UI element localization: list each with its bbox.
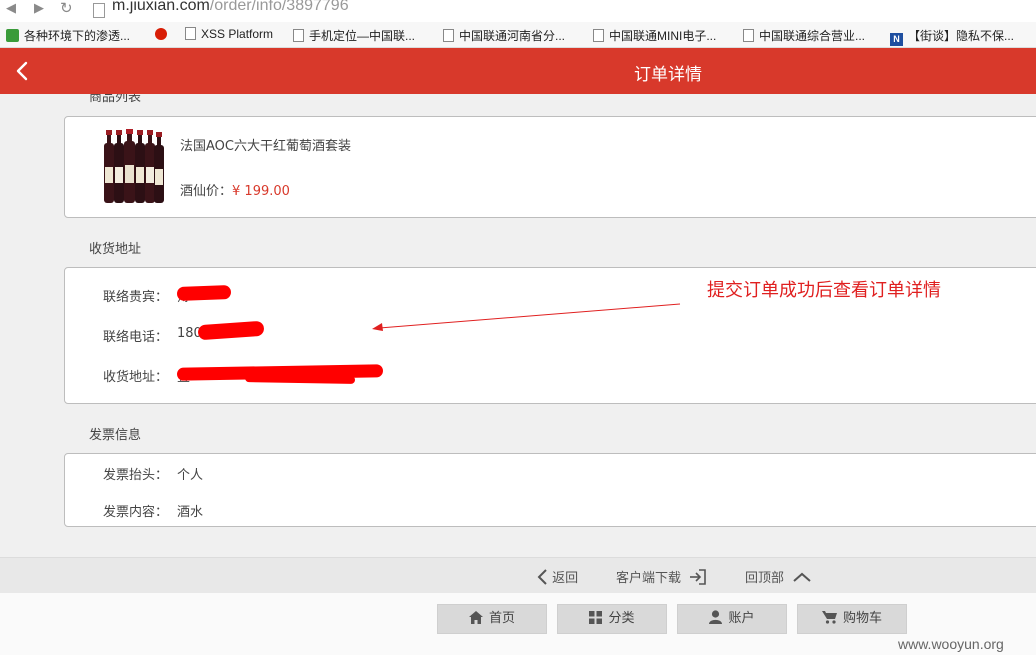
green-square-icon: [6, 29, 19, 42]
browser-back-icon[interactable]: ◀: [6, 1, 16, 16]
user-icon: [709, 610, 723, 624]
footer-back-label: 返回: [552, 571, 579, 586]
redaction-mark: [244, 374, 356, 384]
redaction-mark: [176, 285, 232, 301]
bookmark-label: 【街谈】隐私不保...: [908, 29, 1015, 43]
nav-account-button[interactable]: 账户: [677, 604, 787, 634]
bookmark-label: XSS Platform: [201, 27, 274, 41]
footer-links-bar: 返回 客户端下载 回顶部: [0, 557, 1036, 594]
url-field[interactable]: m.jiuxian.com/order/info/3897796: [112, 0, 349, 15]
nav-category-label: 分类: [608, 611, 635, 626]
chevron-left-icon: [537, 569, 547, 585]
annotation-arrow-icon: [372, 303, 681, 331]
bookmark-item[interactable]: [155, 27, 172, 43]
redaction-mark: [197, 320, 265, 341]
bookmark-item[interactable]: N 【街谈】隐私不保...: [890, 27, 1015, 46]
bookmark-item[interactable]: 各种环境下的渗透...: [6, 27, 130, 43]
contact-label: 联络贵宾：: [103, 290, 169, 305]
nav-home-button[interactable]: 首页: [437, 604, 547, 634]
page-icon: [293, 29, 304, 42]
shopping-cart-icon: [821, 611, 837, 624]
bookmark-label: 中国联通河南省分...: [459, 29, 566, 43]
wine-bottles-image: [104, 129, 164, 203]
annotation-text: 提交订单成功后查看订单详情: [707, 280, 941, 301]
page-icon: [185, 27, 196, 40]
bookmarks-bar: 各种环境下的渗透... XSS Platform 手机定位—中国联... 中国联…: [0, 22, 1036, 48]
product-price: ¥ 199.00: [232, 184, 290, 199]
bottom-nav-bar: 首页 分类 账户 购物车: [0, 593, 1036, 655]
footer-top-link[interactable]: 回顶部: [745, 567, 812, 586]
invoice-content-value: 酒水: [177, 505, 204, 520]
product-name: 法国AOC六大干红葡萄酒套装: [180, 139, 351, 154]
page-icon: [93, 3, 105, 18]
home-icon: [468, 611, 483, 624]
product-price-row: 酒仙价：¥ 199.00: [180, 180, 290, 199]
nav-cart-label: 购物车: [842, 611, 882, 626]
nb-logo-icon: N: [890, 33, 903, 46]
invoice-header-value: 个人: [177, 468, 204, 483]
nav-category-button[interactable]: 分类: [557, 604, 667, 634]
nav-home-label: 首页: [488, 611, 515, 626]
page-icon: [593, 29, 604, 42]
footer-download-label: 客户端下载: [616, 571, 682, 586]
bookmark-label: 各种环境下的渗透...: [24, 29, 131, 43]
section-title-invoice: 发票信息: [89, 428, 142, 443]
sign-in-icon: [690, 569, 706, 585]
bookmark-label: 中国联通综合营业...: [759, 29, 866, 43]
invoice-card: 发票抬头： 个人 发票内容： 酒水: [64, 453, 1036, 527]
price-label: 酒仙价：: [180, 184, 233, 199]
section-title-address: 收货地址: [89, 242, 142, 257]
bookmark-item[interactable]: 中国联通MINI电子...: [593, 27, 716, 43]
footer-download-link[interactable]: 客户端下载: [616, 567, 707, 586]
bookmark-label: 中国联通MINI电子...: [609, 29, 717, 43]
watermark-text: www.wooyun.org: [898, 636, 1004, 652]
bookmark-item[interactable]: 中国联通综合营业...: [743, 27, 865, 43]
bookmark-label: 手机定位—中国联...: [309, 29, 416, 43]
invoice-content-label: 发票内容：: [103, 505, 169, 520]
bookmark-item[interactable]: XSS Platform: [185, 27, 273, 43]
bookmark-item[interactable]: 手机定位—中国联...: [293, 27, 415, 43]
phone-label: 联络电话：: [103, 330, 169, 345]
page-icon: [743, 29, 754, 42]
page-icon: [443, 29, 454, 42]
footer-top-label: 回顶部: [745, 571, 785, 586]
reload-icon[interactable]: ↻: [60, 0, 73, 17]
chevron-up-icon: [793, 572, 811, 582]
grid-icon: [589, 611, 603, 624]
bookmark-item[interactable]: 中国联通河南省分...: [443, 27, 565, 43]
url-path: /order/info/3897796: [209, 0, 349, 14]
header-title: 订单详情: [634, 65, 702, 85]
product-card[interactable]: 法国AOC六大干红葡萄酒套装 酒仙价：¥ 199.00: [64, 116, 1036, 218]
footer-back-link[interactable]: 返回: [536, 567, 578, 586]
url-host: m.jiuxian.com: [112, 0, 210, 14]
address-label: 收货地址：: [103, 370, 169, 385]
browser-forward-icon[interactable]: ▶: [34, 1, 44, 16]
nav-account-label: 账户: [728, 611, 755, 626]
invoice-header-label: 发票抬头：: [103, 468, 169, 483]
nav-cart-button[interactable]: 购物车: [797, 604, 907, 634]
unicom-logo-icon: [155, 28, 167, 40]
browser-url-bar: ◀ ▶ ↻ m.jiuxian.com/order/info/3897796: [0, 0, 1036, 22]
